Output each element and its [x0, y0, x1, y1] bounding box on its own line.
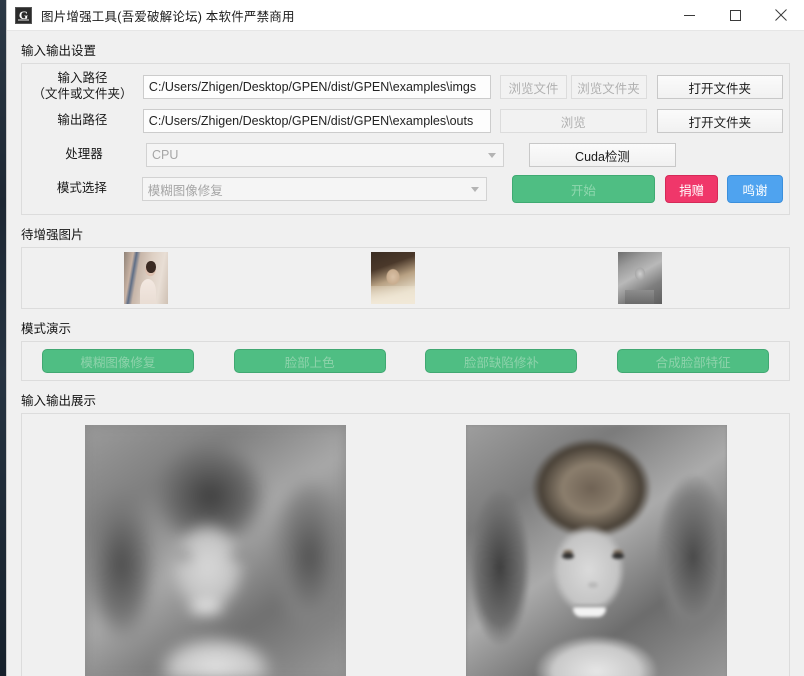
output-path-label: 输出路径	[57, 113, 108, 128]
maximize-button[interactable]	[712, 0, 758, 30]
left-eye	[562, 553, 575, 560]
chevron-down-icon	[470, 186, 479, 192]
browse-file-button[interactable]: 浏览文件	[500, 75, 567, 99]
cuda-check-button[interactable]: Cuda检测	[529, 143, 676, 167]
mode-demo-button-face-inpaint[interactable]: 脸部缺陷修补	[425, 349, 578, 373]
right-eye	[230, 552, 244, 559]
processor-label: 处理器	[65, 147, 103, 162]
close-button[interactable]	[758, 0, 804, 30]
thumbnail-bride-portrait[interactable]	[123, 252, 168, 304]
open-output-folder-button[interactable]: 打开文件夹	[656, 109, 783, 133]
browse-folder-button[interactable]: 浏览文件夹	[570, 75, 647, 99]
right-eye	[611, 553, 624, 560]
left-eye	[178, 552, 192, 559]
thumbnail-sepia-woman-portrait[interactable]	[370, 252, 415, 304]
thumbnail-slot[interactable]	[269, 252, 516, 304]
browse-output-button[interactable]: 浏览	[499, 109, 647, 133]
open-input-folder-button[interactable]: 打开文件夹	[656, 75, 783, 99]
title-bar: G 图片增强工具(吾爱破解论坛) 本软件严禁商用	[7, 0, 804, 31]
input-path-label-line1: 输入路径	[57, 71, 108, 86]
blurry-face-render	[84, 425, 346, 676]
output-path-row: 输出路径 C:/Users/Zhigen/Desktop/GPEN/dist/G…	[28, 106, 783, 136]
enhanced-face-render	[465, 425, 727, 676]
pending-images-panel	[21, 247, 790, 309]
mode-select-row: 模式选择 模糊图像修复 开始 捐赠 鸣谢	[28, 174, 783, 204]
processor-row: 处理器 CPU Cuda检测	[28, 140, 783, 170]
thumbnail-slot[interactable]	[516, 252, 763, 304]
mode-demo-panel: 模糊图像修复 脸部上色 脸部缺陷修补 合成脸部特征	[21, 341, 790, 381]
mode-select-label: 模式选择	[56, 181, 107, 196]
mode-demo-button-face-colorize[interactable]: 脸部上色	[233, 349, 386, 373]
chevron-down-icon	[488, 152, 496, 158]
client-area: 输入输出设置 输入路径 （文件或文件夹） C:/Users/Zhigen/Des…	[7, 31, 804, 676]
io-settings-panel: 输入路径 （文件或文件夹） C:/Users/Zhigen/Desktop/GP…	[21, 63, 790, 215]
thumbnail-slot[interactable]	[22, 252, 269, 304]
processor-select-value: CPU	[152, 148, 179, 162]
processor-select[interactable]: CPU	[146, 143, 504, 167]
input-path-label: 输入路径 （文件或文件夹）	[28, 71, 143, 102]
nose	[588, 582, 599, 589]
gpen-logo-icon: G	[15, 6, 32, 24]
mode-select[interactable]: 模糊图像修复	[141, 177, 487, 201]
thumbnail-grayscale-man-portrait[interactable]	[617, 252, 662, 304]
thanks-button[interactable]: 鸣谢	[727, 175, 783, 203]
io-display-panel	[21, 413, 790, 676]
output-path-field[interactable]: C:/Users/Zhigen/Desktop/GPEN/dist/GPEN\e…	[142, 109, 491, 133]
start-button[interactable]: 开始	[511, 175, 656, 203]
preview-output-enhanced-girl	[465, 425, 727, 676]
window-title: 图片增强工具(吾爱破解论坛) 本软件严禁商用	[41, 9, 295, 24]
mouth	[188, 602, 223, 614]
mode-select-value: 模糊图像修复	[147, 183, 223, 198]
minimize-button[interactable]	[666, 0, 712, 30]
input-path-label-line2: （文件或文件夹）	[32, 87, 133, 101]
mode-demo-button-blur-restore[interactable]: 模糊图像修复	[41, 349, 194, 373]
mode-demo-button-face-synthesis[interactable]: 合成脸部特征	[617, 349, 770, 373]
application-window: G 图片增强工具(吾爱破解论坛) 本软件严禁商用 输入输出设置 输入路径 （文件…	[6, 0, 804, 676]
pending-images-title: 待增强图片	[21, 228, 84, 242]
input-path-field[interactable]: C:/Users/Zhigen/Desktop/GPEN/dist/GPEN\e…	[142, 75, 492, 99]
donate-button[interactable]: 捐赠	[665, 175, 719, 203]
mode-demo-title: 模式演示	[21, 322, 72, 336]
window-controls	[666, 0, 804, 30]
mouth	[572, 605, 606, 618]
io-display-title: 输入输出展示	[21, 394, 97, 408]
preview-input-blurry-girl	[84, 425, 346, 676]
io-settings-title: 输入输出设置	[21, 44, 97, 58]
input-path-row: 输入路径 （文件或文件夹） C:/Users/Zhigen/Desktop/GP…	[28, 71, 783, 102]
